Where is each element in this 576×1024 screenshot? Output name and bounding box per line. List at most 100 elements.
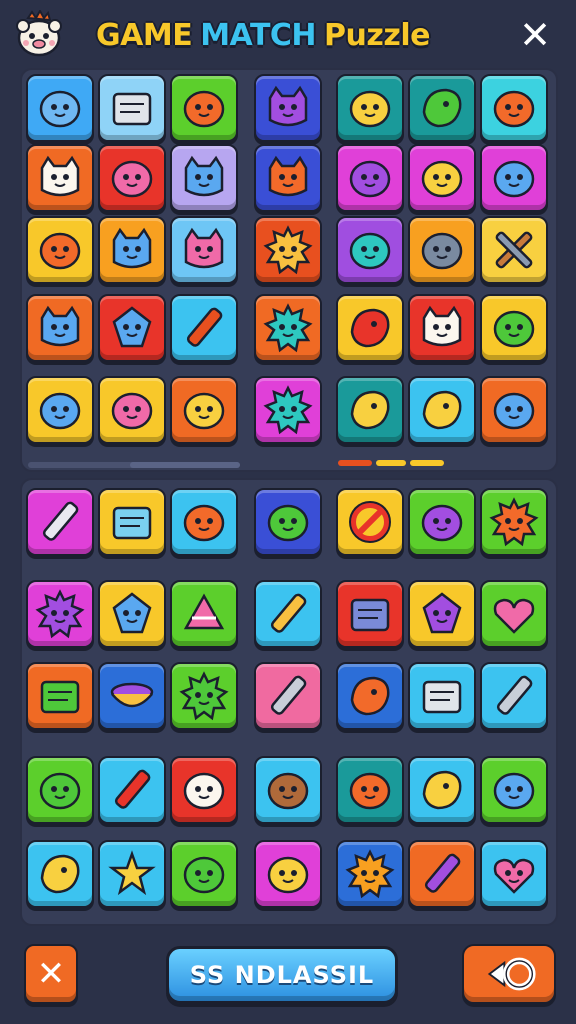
tile[interactable]	[408, 662, 476, 730]
tile[interactable]	[26, 144, 94, 212]
yellow-fruit-icon	[421, 160, 463, 198]
tile[interactable]	[336, 662, 404, 730]
tile[interactable]	[254, 144, 322, 212]
white-ghost-icon	[183, 772, 225, 810]
tile[interactable]	[408, 294, 476, 362]
tile[interactable]	[170, 756, 238, 824]
blue-shell-icon	[112, 592, 152, 634]
tile[interactable]	[98, 294, 166, 362]
tile[interactable]	[480, 662, 548, 730]
tile[interactable]	[26, 580, 94, 648]
progress-bar-left-fill	[130, 462, 240, 468]
tile[interactable]	[170, 144, 238, 212]
tile[interactable]	[98, 662, 166, 730]
blue-plum-icon	[493, 160, 535, 198]
red-bird-icon	[350, 308, 390, 348]
tile[interactable]	[254, 216, 322, 284]
tile[interactable]	[98, 580, 166, 648]
tile[interactable]	[336, 74, 404, 142]
tile[interactable]	[408, 74, 476, 142]
tile[interactable]	[480, 294, 548, 362]
purple-gem-icon	[422, 592, 462, 634]
tile[interactable]	[170, 662, 238, 730]
purple-balloon-icon	[421, 504, 463, 542]
tile[interactable]	[408, 144, 476, 212]
yellow-face-icon	[183, 392, 225, 430]
tile[interactable]	[480, 74, 548, 142]
tile[interactable]	[336, 144, 404, 212]
tile[interactable]	[254, 580, 322, 648]
tile[interactable]	[170, 74, 238, 142]
tile[interactable]	[336, 580, 404, 648]
tile[interactable]	[480, 580, 548, 648]
tile[interactable]	[480, 376, 548, 444]
tile[interactable]	[98, 74, 166, 142]
tile[interactable]	[98, 840, 166, 908]
tile[interactable]	[254, 662, 322, 730]
close-button[interactable]: ✕	[24, 944, 78, 1004]
tile[interactable]	[408, 488, 476, 556]
tile[interactable]	[336, 376, 404, 444]
tile[interactable]	[336, 294, 404, 362]
tile[interactable]	[98, 376, 166, 444]
tile[interactable]	[480, 216, 548, 284]
tile[interactable]	[408, 580, 476, 648]
tile[interactable]	[26, 756, 94, 824]
green-pin-icon	[267, 504, 309, 542]
tile[interactable]	[408, 840, 476, 908]
speech-bubble-icon	[39, 232, 81, 270]
tile[interactable]	[480, 840, 548, 908]
tile[interactable]	[480, 756, 548, 824]
tile[interactable]	[408, 216, 476, 284]
tile[interactable]	[26, 376, 94, 444]
paint-tube-icon	[42, 501, 79, 541]
pink-blob-icon	[111, 392, 153, 430]
tile[interactable]	[254, 756, 322, 824]
tile[interactable]	[336, 488, 404, 556]
green-map-icon	[40, 680, 80, 714]
tile[interactable]	[98, 216, 166, 284]
tile[interactable]	[98, 756, 166, 824]
tile[interactable]	[26, 294, 94, 362]
tile[interactable]	[254, 840, 322, 908]
tile[interactable]	[254, 488, 322, 556]
yellow-lemon-face-icon	[422, 390, 462, 430]
tile[interactable]	[26, 74, 94, 142]
progress-segment-yellow-2	[410, 460, 444, 466]
title-word-puzzle: Puzzle	[324, 18, 430, 53]
tile[interactable]	[26, 488, 94, 556]
blue-face-icon	[493, 772, 535, 810]
close-icon[interactable]: ✕	[514, 14, 556, 56]
tile[interactable]	[170, 580, 238, 648]
purple-cat-icon	[268, 85, 308, 127]
tile[interactable]	[26, 216, 94, 284]
tile[interactable]	[26, 840, 94, 908]
undo-button[interactable]	[462, 944, 556, 1004]
tile[interactable]	[336, 216, 404, 284]
main-action-button[interactable]: SS NDLASSIL	[166, 946, 398, 1004]
purple-crayon-icon	[424, 853, 461, 893]
tile[interactable]	[336, 756, 404, 824]
cake-slice-icon	[183, 593, 225, 630]
tile[interactable]	[480, 488, 548, 556]
tile[interactable]	[170, 294, 238, 362]
tile[interactable]	[170, 376, 238, 444]
tile[interactable]	[26, 662, 94, 730]
tile[interactable]	[170, 488, 238, 556]
tile[interactable]	[408, 376, 476, 444]
purple-web-icon	[35, 589, 85, 639]
tile[interactable]	[170, 840, 238, 908]
blue-face-icon	[493, 392, 535, 430]
tile[interactable]	[254, 376, 322, 444]
crossed-tools-icon	[495, 231, 533, 269]
tile[interactable]	[98, 144, 166, 212]
tile[interactable]	[336, 840, 404, 908]
tile[interactable]	[254, 294, 322, 362]
tin-bottle-icon	[496, 675, 533, 715]
tile[interactable]	[408, 756, 476, 824]
tile[interactable]	[98, 488, 166, 556]
tile[interactable]	[480, 144, 548, 212]
tile[interactable]	[170, 216, 238, 284]
tile[interactable]	[254, 74, 322, 142]
lemon-icon	[350, 390, 390, 430]
